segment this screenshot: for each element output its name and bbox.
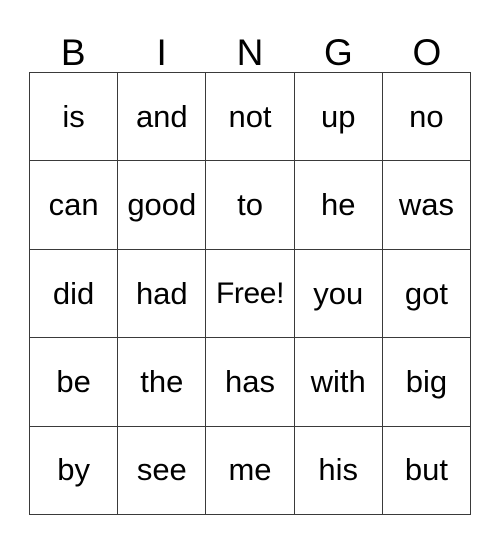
bingo-cell[interactable]: up: [294, 73, 383, 162]
bingo-cell-label: no: [409, 98, 444, 134]
bingo-cell[interactable]: can: [30, 161, 119, 250]
bingo-cell[interactable]: had: [118, 249, 207, 339]
bingo-cell-label: with: [310, 363, 366, 399]
bingo-cell[interactable]: see: [118, 426, 207, 516]
bingo-cell-label: can: [48, 187, 99, 223]
bingo-cell-label: he: [320, 187, 356, 223]
bingo-cell[interactable]: he: [294, 161, 383, 250]
bingo-cell-label: by: [57, 452, 90, 488]
bingo-cell[interactable]: to: [206, 161, 295, 250]
bingo-cell-label: his: [318, 452, 359, 488]
bingo-row: can good to he was: [30, 161, 472, 250]
bingo-cell-label: the: [140, 363, 184, 399]
bingo-cell-label: see: [136, 452, 187, 488]
bingo-row: be the has with big: [30, 338, 472, 427]
bingo-card: B I N G O is and not up no can good to h…: [29, 22, 472, 516]
bingo-cell-label: you: [313, 275, 364, 311]
bingo-cell-label: has: [225, 363, 275, 399]
bingo-cell[interactable]: by: [30, 426, 119, 516]
bingo-cell-label: up: [320, 98, 356, 134]
bingo-cell[interactable]: big: [382, 338, 472, 427]
bingo-cell-label: big: [405, 363, 448, 399]
bingo-cell[interactable]: his: [294, 426, 383, 516]
bingo-cell[interactable]: good: [118, 161, 207, 250]
bingo-cell[interactable]: did: [30, 249, 119, 339]
bingo-cell-label: had: [135, 275, 188, 311]
bingo-cell-free-space[interactable]: Free!: [206, 249, 295, 339]
bingo-cell-label: got: [404, 275, 448, 311]
bingo-free-space-label: Free!: [215, 276, 285, 310]
bingo-cell[interactable]: has: [206, 338, 295, 427]
bingo-cell-label: did: [52, 275, 95, 311]
bingo-cell[interactable]: got: [382, 249, 472, 339]
bingo-cell[interactable]: and: [118, 73, 207, 162]
bingo-cell-label: not: [228, 98, 272, 134]
bingo-cell[interactable]: is: [30, 73, 119, 162]
bingo-cell[interactable]: but: [382, 426, 472, 516]
bingo-cell-label: me: [228, 452, 272, 488]
bingo-cell[interactable]: you: [294, 249, 383, 339]
bingo-cell-label: good: [127, 187, 197, 223]
bingo-cell[interactable]: be: [30, 338, 119, 427]
bingo-cell-label: and: [135, 98, 188, 134]
bingo-row: did had Free! you got: [30, 249, 472, 339]
bingo-header-letter-b: B: [60, 32, 86, 73]
bingo-header-row: B I N G O: [29, 22, 471, 72]
bingo-cell[interactable]: not: [206, 73, 295, 162]
bingo-cell[interactable]: with: [294, 338, 383, 427]
bingo-header-letter-n: N: [236, 32, 264, 73]
bingo-cell[interactable]: me: [206, 426, 295, 516]
bingo-header-letter-i: I: [156, 32, 167, 73]
bingo-row: by see me his but: [30, 426, 472, 516]
bingo-header-letter-o: O: [412, 32, 442, 73]
bingo-cell-label: is: [62, 98, 85, 134]
bingo-grid: is and not up no can good to he was did …: [29, 72, 472, 516]
bingo-cell-label: was: [398, 187, 454, 223]
bingo-cell-label: to: [237, 187, 263, 223]
bingo-cell-label: be: [56, 363, 91, 399]
bingo-cell[interactable]: no: [382, 73, 472, 162]
bingo-cell[interactable]: the: [118, 338, 207, 427]
bingo-cell-label: but: [404, 452, 448, 488]
bingo-cell[interactable]: was: [382, 161, 472, 250]
bingo-header-letter-g: G: [324, 32, 353, 73]
bingo-row: is and not up no: [30, 73, 472, 162]
